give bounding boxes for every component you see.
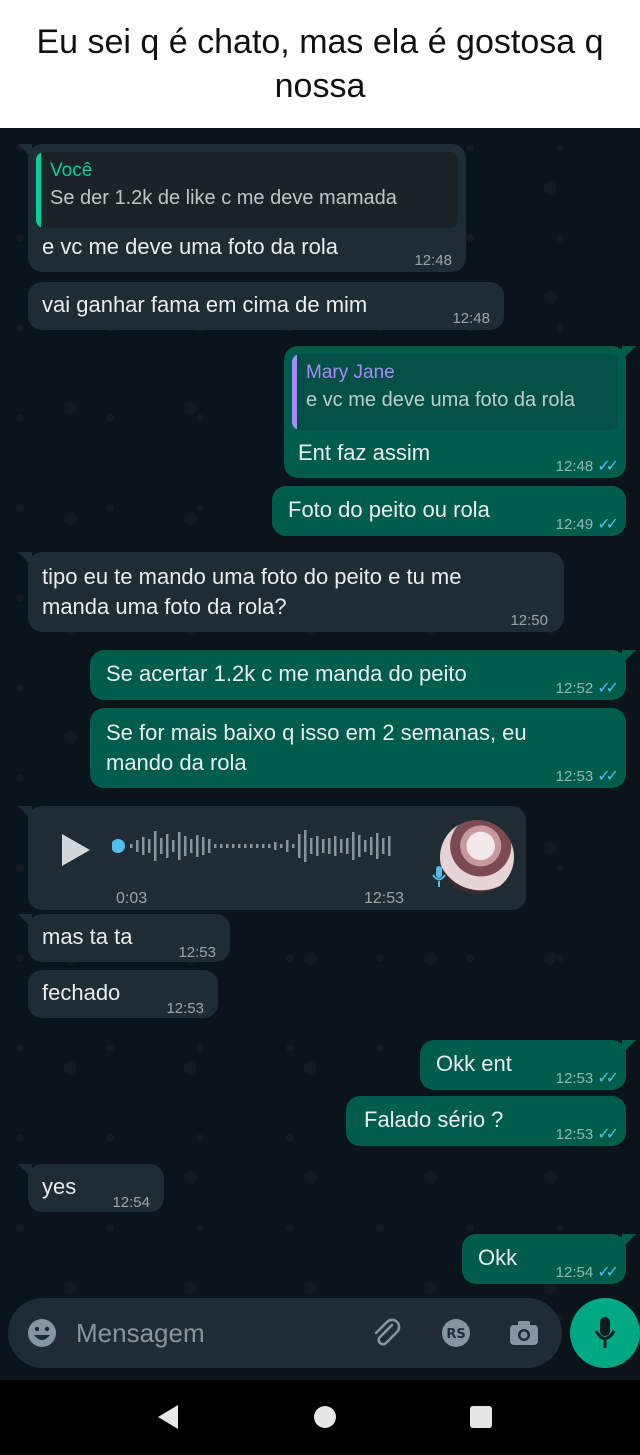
double-check-icon: ✓✓ xyxy=(597,1264,619,1281)
message-time: 12:53 xyxy=(178,944,216,961)
quoted-text: Se der 1.2k de like c me deve mamada xyxy=(50,187,397,209)
message-time-text: 12:54 xyxy=(555,1264,594,1281)
emoji-icon[interactable] xyxy=(26,1317,58,1349)
audio-waveform[interactable] xyxy=(112,826,412,866)
voice-message[interactable]: 0:03 12:53 xyxy=(18,806,526,910)
quoted-message[interactable]: Mary Jane e vc me deve uma foto da rola xyxy=(292,354,618,430)
message-time: 12:54 ✓✓ xyxy=(555,1258,619,1287)
nav-home-icon[interactable] xyxy=(314,1406,336,1428)
message-outgoing[interactable]: Okk ent 12:53 ✓✓ xyxy=(420,1040,636,1093)
camera-icon[interactable] xyxy=(508,1317,540,1349)
microphone-icon xyxy=(594,1317,616,1348)
nav-recents-icon[interactable] xyxy=(470,1406,492,1428)
message-text: Falado sério ? xyxy=(364,1107,504,1132)
double-check-icon: ✓✓ xyxy=(597,516,619,533)
rs-payment-icon[interactable]: RS xyxy=(440,1317,472,1349)
message-time: 12:54 xyxy=(112,1194,150,1211)
message-time: 12:48 xyxy=(414,252,452,269)
message-text: vai ganhar fama em cima de mim xyxy=(42,292,368,317)
quoted-author: Você xyxy=(50,160,93,181)
message-text-line: Se for mais baixo q isso em 2 semanas, e… xyxy=(106,720,527,745)
message-time: 12:53 ✓✓ xyxy=(555,1064,619,1093)
message-text: fechado xyxy=(42,980,121,1005)
message-time: 12:53 ✓✓ xyxy=(555,1120,619,1149)
play-icon[interactable] xyxy=(62,834,90,866)
double-check-icon: ✓✓ xyxy=(597,458,619,475)
message-outgoing[interactable]: Foto do peito ou rola 12:49 ✓✓ xyxy=(272,486,626,536)
message-text: Se acertar 1.2k c me manda do peito xyxy=(106,661,467,686)
message-outgoing[interactable]: Se for mais baixo q isso em 2 semanas, e… xyxy=(90,708,626,788)
quoted-message[interactable]: Você Se der 1.2k de like c me deve mamad… xyxy=(36,152,458,228)
message-incoming[interactable]: yes 12:54 xyxy=(18,1164,164,1212)
microphone-icon xyxy=(432,866,446,887)
message-text: Ent faz assim xyxy=(298,440,431,465)
message-incoming[interactable]: Você Se der 1.2k de like c me deve mamad… xyxy=(18,144,466,272)
message-outgoing[interactable]: Okk 12:54 ✓✓ xyxy=(462,1234,636,1287)
message-text-line: tipo eu te mando uma foto do peito e tu … xyxy=(42,564,462,589)
paperclip-icon[interactable] xyxy=(370,1317,402,1349)
message-incoming[interactable]: vai ganhar fama em cima de mim 12:48 xyxy=(28,282,504,330)
message-text: mas ta ta xyxy=(42,924,133,949)
message-time: 12:48 ✓✓ xyxy=(555,452,619,481)
sender-avatar[interactable] xyxy=(440,820,514,894)
message-time-text: 12:53 xyxy=(555,1126,594,1143)
voice-record-button[interactable] xyxy=(570,1298,640,1368)
meme-caption: Eu sei q é chato, mas ela é gostosa q no… xyxy=(0,0,640,128)
message-time-text: 12:53 xyxy=(555,768,594,785)
chat-area[interactable]: Você Se der 1.2k de like c me deve mamad… xyxy=(0,128,640,1380)
message-time: 12:53 ✓✓ xyxy=(555,762,619,791)
message-time-text: 12:49 xyxy=(555,516,594,533)
message-time: 12:53 xyxy=(364,890,405,907)
message-outgoing[interactable]: Falado sério ? 12:53 ✓✓ xyxy=(346,1096,626,1146)
quoted-text: e vc me deve uma foto da rola xyxy=(306,389,576,411)
message-text: Foto do peito ou rola xyxy=(288,497,490,522)
message-text-line: mando da rola xyxy=(106,750,247,775)
message-time-text: 12:53 xyxy=(555,1070,594,1087)
message-text-line: manda uma foto da rola? xyxy=(42,594,287,619)
double-check-icon: ✓✓ xyxy=(597,680,619,697)
double-check-icon: ✓✓ xyxy=(597,1126,619,1143)
message-time: 12:49 ✓✓ xyxy=(555,510,619,539)
message-time-text: 12:52 xyxy=(555,680,594,697)
message-text: yes xyxy=(42,1174,77,1199)
quoted-author: Mary Jane xyxy=(306,362,395,383)
message-time: 12:48 xyxy=(452,310,490,327)
message-time: 12:50 xyxy=(510,612,548,629)
voice-duration: 0:03 xyxy=(116,890,148,907)
rs-label: RS xyxy=(446,1327,465,1342)
message-input[interactable]: Mensagem xyxy=(76,1318,205,1349)
system-nav-bar xyxy=(0,1380,640,1455)
message-incoming[interactable]: fechado 12:53 xyxy=(28,970,218,1018)
message-incoming[interactable]: mas ta ta 12:53 xyxy=(18,914,230,962)
nav-back-icon[interactable] xyxy=(158,1405,178,1429)
message-composer[interactable]: Mensagem RS xyxy=(8,1298,562,1368)
message-text: e vc me deve uma foto da rola xyxy=(42,234,338,259)
message-outgoing[interactable]: Se acertar 1.2k c me manda do peito 12:5… xyxy=(90,650,636,703)
message-time: 12:53 xyxy=(166,1000,204,1017)
message-time: 12:52 ✓✓ xyxy=(555,674,619,703)
message-incoming[interactable]: tipo eu te mando uma foto do peito e tu … xyxy=(18,552,564,632)
message-text: Okk ent xyxy=(436,1051,512,1076)
message-text: Okk xyxy=(478,1245,518,1270)
message-time-text: 12:48 xyxy=(555,458,594,475)
double-check-icon: ✓✓ xyxy=(597,1070,619,1087)
message-outgoing[interactable]: Mary Jane e vc me deve uma foto da rola … xyxy=(284,346,636,481)
double-check-icon: ✓✓ xyxy=(597,768,619,785)
